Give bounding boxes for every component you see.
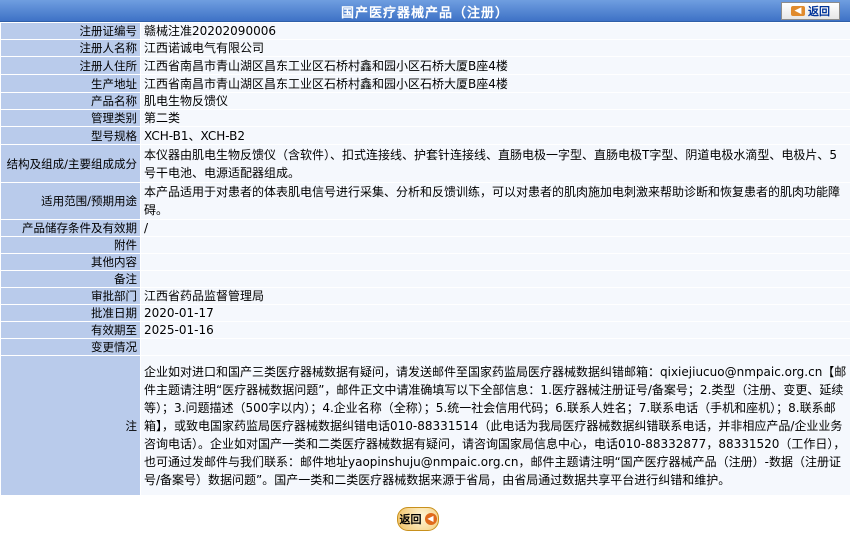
field-label: 有效期至: [0, 321, 141, 339]
field-value: 2020-01-17: [140, 304, 850, 322]
table-row: 管理类别 第二类: [0, 109, 850, 127]
back-button-top[interactable]: ◀ 返回: [781, 2, 840, 20]
field-label: 结构及组成/主要组成成分: [0, 144, 141, 183]
field-label: 审批部门: [0, 287, 141, 305]
back-button-label: 返回: [399, 513, 422, 526]
table-row: 结构及组成/主要组成成分 本仪器由肌电生物反馈仪（含软件）、扣式连接线、护套针连…: [0, 144, 850, 183]
field-label: 管理类别: [0, 109, 141, 127]
page-title: 国产医疗器械产品（注册）: [340, 6, 509, 21]
field-value: 本产品适用于对患者的体表肌电信号进行采集、分析和反馈训练，可以对患者的肌肉施加电…: [140, 182, 850, 220]
field-label: 变更情况: [0, 338, 141, 356]
table-row: 注册人名称 江西诺诚电气有限公司: [0, 39, 850, 57]
field-label: 型号规格: [0, 126, 141, 145]
field-label: 其他内容: [0, 253, 141, 271]
field-value: 江西省南昌市青山湖区昌东工业区石桥村鑫和园小区石桥大厦B座4楼: [140, 56, 850, 75]
field-value: [140, 236, 850, 254]
table-row: 注 企业如对进口和国产三类医疗器械数据有疑问，请发送邮件至国家药监局医疗器械数据…: [0, 355, 850, 496]
field-label: 适用范围/预期用途: [0, 182, 141, 220]
table-row: 审批部门 江西省药品监督管理局: [0, 287, 850, 305]
back-button-bottom[interactable]: 返回 ◀: [397, 507, 439, 531]
table-row: 变更情况: [0, 338, 850, 356]
table-row: 适用范围/预期用途 本产品适用于对患者的体表肌电信号进行采集、分析和反馈训练，可…: [0, 182, 850, 220]
field-label: 注: [0, 355, 141, 496]
field-value: [140, 253, 850, 271]
field-label: 注册人住所: [0, 56, 141, 75]
field-value: XCH-B1、XCH-B2: [140, 126, 850, 145]
back-button-label: 返回: [808, 5, 830, 18]
field-value: 江西省南昌市青山湖区昌东工业区石桥村鑫和园小区石桥大厦B座4楼: [140, 74, 850, 93]
field-label: 注册人名称: [0, 39, 141, 57]
field-label: 注册证编号: [0, 22, 141, 40]
detail-table: 注册证编号 赣械注准20202090006 注册人名称 江西诺诚电气有限公司 注…: [0, 22, 850, 496]
field-value: 江西诺诚电气有限公司: [140, 39, 850, 57]
table-row: 批准日期 2020-01-17: [0, 304, 850, 322]
field-label: 批准日期: [0, 304, 141, 322]
back-arrow-icon: ◀: [791, 6, 805, 16]
table-row: 其他内容: [0, 253, 850, 271]
table-row: 生产地址 江西省南昌市青山湖区昌东工业区石桥村鑫和园小区石桥大厦B座4楼: [0, 74, 850, 93]
field-label: 产品储存条件及有效期: [0, 219, 141, 237]
table-row: 备注: [0, 270, 850, 288]
table-row: 产品名称 肌电生物反馈仪: [0, 92, 850, 110]
field-value: [140, 270, 850, 288]
table-row: 注册证编号 赣械注准20202090006: [0, 22, 850, 40]
back-arrow-icon: ◀: [424, 513, 437, 525]
field-label: 生产地址: [0, 74, 141, 93]
field-label: 附件: [0, 236, 141, 254]
field-value: 江西省药品监督管理局: [140, 287, 850, 305]
field-value: 赣械注准20202090006: [140, 22, 850, 40]
title-bar: 国产医疗器械产品（注册） ◀ 返回: [0, 0, 850, 22]
field-value: /: [140, 219, 850, 237]
field-value: 本仪器由肌电生物反馈仪（含软件）、扣式连接线、护套针连接线、直肠电极一字型、直肠…: [140, 144, 850, 183]
field-value: 企业如对进口和国产三类医疗器械数据有疑问，请发送邮件至国家药监局医疗器械数据纠错…: [140, 355, 850, 496]
field-value: 2025-01-16: [140, 321, 850, 339]
field-label: 产品名称: [0, 92, 141, 110]
field-value: [140, 338, 850, 356]
field-value: 第二类: [140, 109, 850, 127]
field-label: 备注: [0, 270, 141, 288]
page: 国产医疗器械产品（注册） ◀ 返回 注册证编号 赣械注准20202090006 …: [0, 0, 850, 536]
table-row: 附件: [0, 236, 850, 254]
table-row: 有效期至 2025-01-16: [0, 321, 850, 339]
field-value: 肌电生物反馈仪: [140, 92, 850, 110]
table-row: 注册人住所 江西省南昌市青山湖区昌东工业区石桥村鑫和园小区石桥大厦B座4楼: [0, 56, 850, 75]
table-row: 产品储存条件及有效期 /: [0, 219, 850, 237]
table-row: 型号规格 XCH-B1、XCH-B2: [0, 126, 850, 145]
